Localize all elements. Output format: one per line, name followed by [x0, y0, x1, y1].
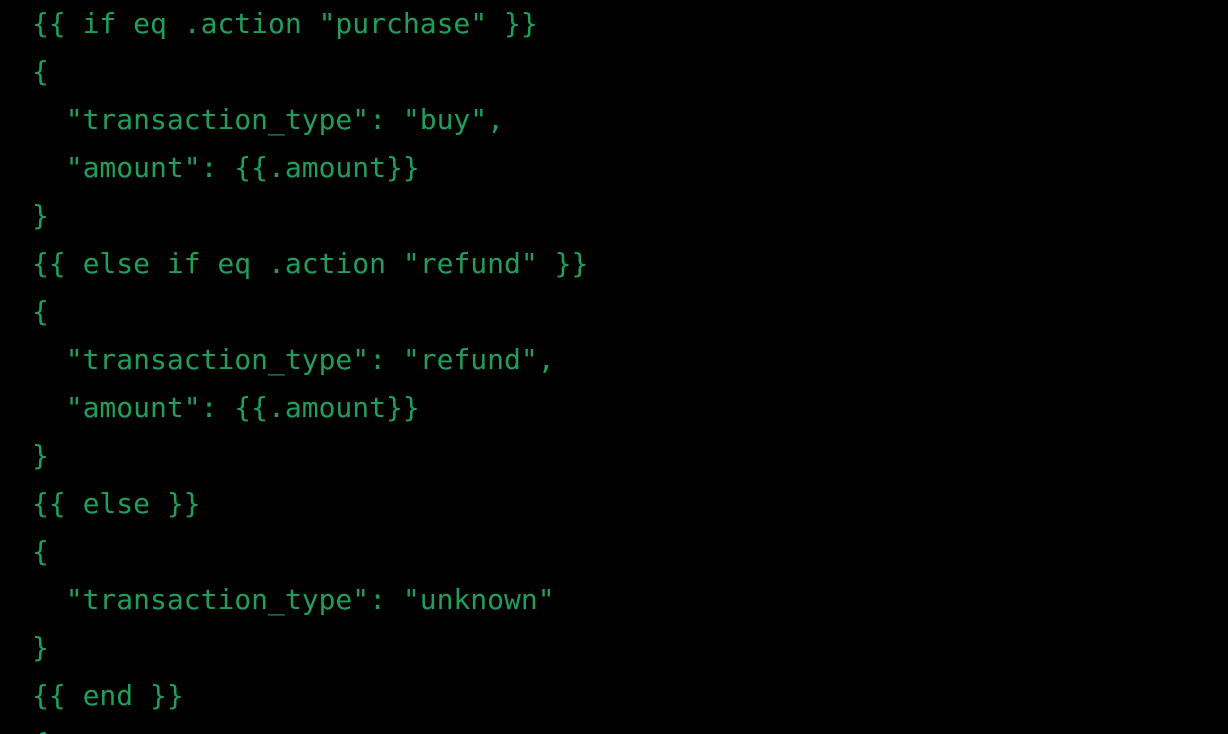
code-line: {	[32, 295, 49, 328]
code-line: {	[32, 720, 1228, 734]
code-line: }	[32, 439, 49, 472]
code-line: {{ end }}	[32, 679, 184, 712]
code-line: "transaction_type": "buy",	[32, 103, 505, 136]
code-line: {{ else if eq .action "refund" }}	[32, 247, 589, 280]
code-line: {	[32, 535, 49, 568]
code-view[interactable]: {{ if eq .action "purchase" }} { "transac…	[0, 0, 1228, 734]
code-line: "amount": {{.amount}}	[32, 391, 420, 424]
code-line: }	[32, 631, 49, 664]
code-line: "amount": {{.amount}}	[32, 151, 420, 184]
code-line: {{ else }}	[32, 487, 201, 520]
code-line: {	[32, 55, 49, 88]
code-line: "transaction_type": "unknown"	[32, 583, 555, 616]
code-line: {{ if eq .action "purchase" }}	[32, 7, 538, 40]
code-line: }	[32, 199, 49, 232]
code-block[interactable]: {{ if eq .action "purchase" }} { "transac…	[0, 0, 1228, 734]
code-line: "transaction_type": "refund",	[32, 343, 555, 376]
